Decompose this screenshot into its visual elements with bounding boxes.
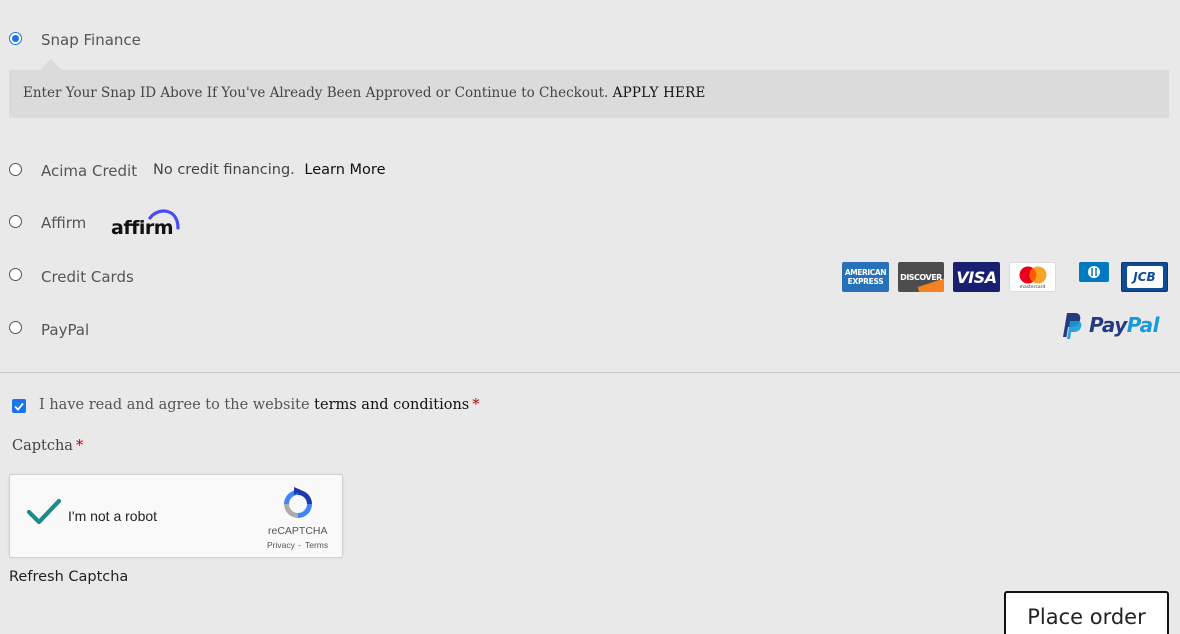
amex-card-icon: AMERICAN EXPRESS <box>842 262 889 292</box>
visa-text: VISA <box>956 267 997 287</box>
recaptcha-brand: reCAPTCHA <box>268 525 328 537</box>
acima-learn-more-link[interactable]: Learn More <box>304 162 385 178</box>
recaptcha-logo-icon <box>280 486 316 526</box>
paypal-radio[interactable] <box>9 321 22 334</box>
snap-info-text: Enter Your Snap ID Above If You've Alrea… <box>23 85 706 101</box>
section-divider <box>0 372 1180 373</box>
recaptcha-widget: I'm not a robot reCAPTCHA Privacy - Term… <box>9 474 343 558</box>
affirm-radio[interactable] <box>9 215 22 228</box>
captcha-label-text: Captcha <box>12 438 73 454</box>
discover-card-icon: DISCOVER <box>898 262 944 292</box>
recaptcha-label: I'm not a robot <box>68 508 158 524</box>
diners-club-card-icon <box>1079 262 1109 282</box>
terms-link[interactable]: terms and conditions <box>314 397 469 413</box>
recaptcha-checkbox[interactable] <box>26 497 62 531</box>
place-order-button[interactable]: Place order <box>1004 591 1169 634</box>
acima-description: No credit financing. Learn More <box>153 162 386 178</box>
captcha-required-mark: * <box>75 438 84 454</box>
snap-finance-radio[interactable] <box>9 32 22 45</box>
recaptcha-terms-link[interactable]: Terms <box>305 540 328 550</box>
credit-cards-radio[interactable] <box>9 268 22 281</box>
amex-line1: AMERICAN <box>844 268 887 277</box>
recaptcha-separator: - <box>298 540 301 550</box>
amex-line2: EXPRESS <box>847 277 884 286</box>
recaptcha-privacy-link[interactable]: Privacy <box>267 540 295 550</box>
paypal-logo-text: PayPal <box>1089 313 1160 337</box>
paypal-logo: PayPal <box>1058 311 1170 341</box>
affirm-logo: affirm <box>110 208 182 240</box>
affirm-label[interactable]: Affirm <box>41 214 86 232</box>
refresh-captcha-link[interactable]: Refresh Captcha <box>9 569 128 585</box>
jcb-card-icon: JCB <box>1121 262 1168 292</box>
mastercard-card-icon: mastercard <box>1009 262 1056 292</box>
terms-checkbox[interactable] <box>12 399 26 413</box>
snap-info-arrow <box>40 59 62 70</box>
terms-text: I have read and agree to the website ter… <box>39 397 480 413</box>
snap-apply-link[interactable]: APPLY HERE <box>613 85 706 101</box>
acima-credit-label[interactable]: Acima Credit <box>41 162 137 180</box>
paypal-logo-pay: Pay <box>1089 313 1127 337</box>
jcb-text: JCB <box>1133 270 1156 284</box>
discover-text: DISCOVER <box>900 272 942 282</box>
credit-cards-label[interactable]: Credit Cards <box>41 268 134 286</box>
mastercard-text: mastercard <box>1019 284 1046 290</box>
snap-info-message: Enter Your Snap ID Above If You've Alrea… <box>23 85 609 101</box>
checkmark-icon <box>14 402 24 411</box>
captcha-label: Captcha * <box>12 438 83 454</box>
paypal-logo-pal: Pal <box>1126 313 1160 337</box>
acima-credit-radio[interactable] <box>9 163 22 176</box>
terms-prefix: I have read and agree to the website <box>39 397 310 413</box>
terms-required-mark: * <box>472 397 480 413</box>
paypal-label[interactable]: PayPal <box>41 321 89 339</box>
snap-finance-label[interactable]: Snap Finance <box>41 31 141 49</box>
recaptcha-checkmark-icon <box>26 498 62 525</box>
visa-card-icon: VISA <box>953 262 1000 292</box>
acima-description-text: No credit financing. <box>153 162 295 178</box>
affirm-logo-text: affirm <box>111 217 174 239</box>
